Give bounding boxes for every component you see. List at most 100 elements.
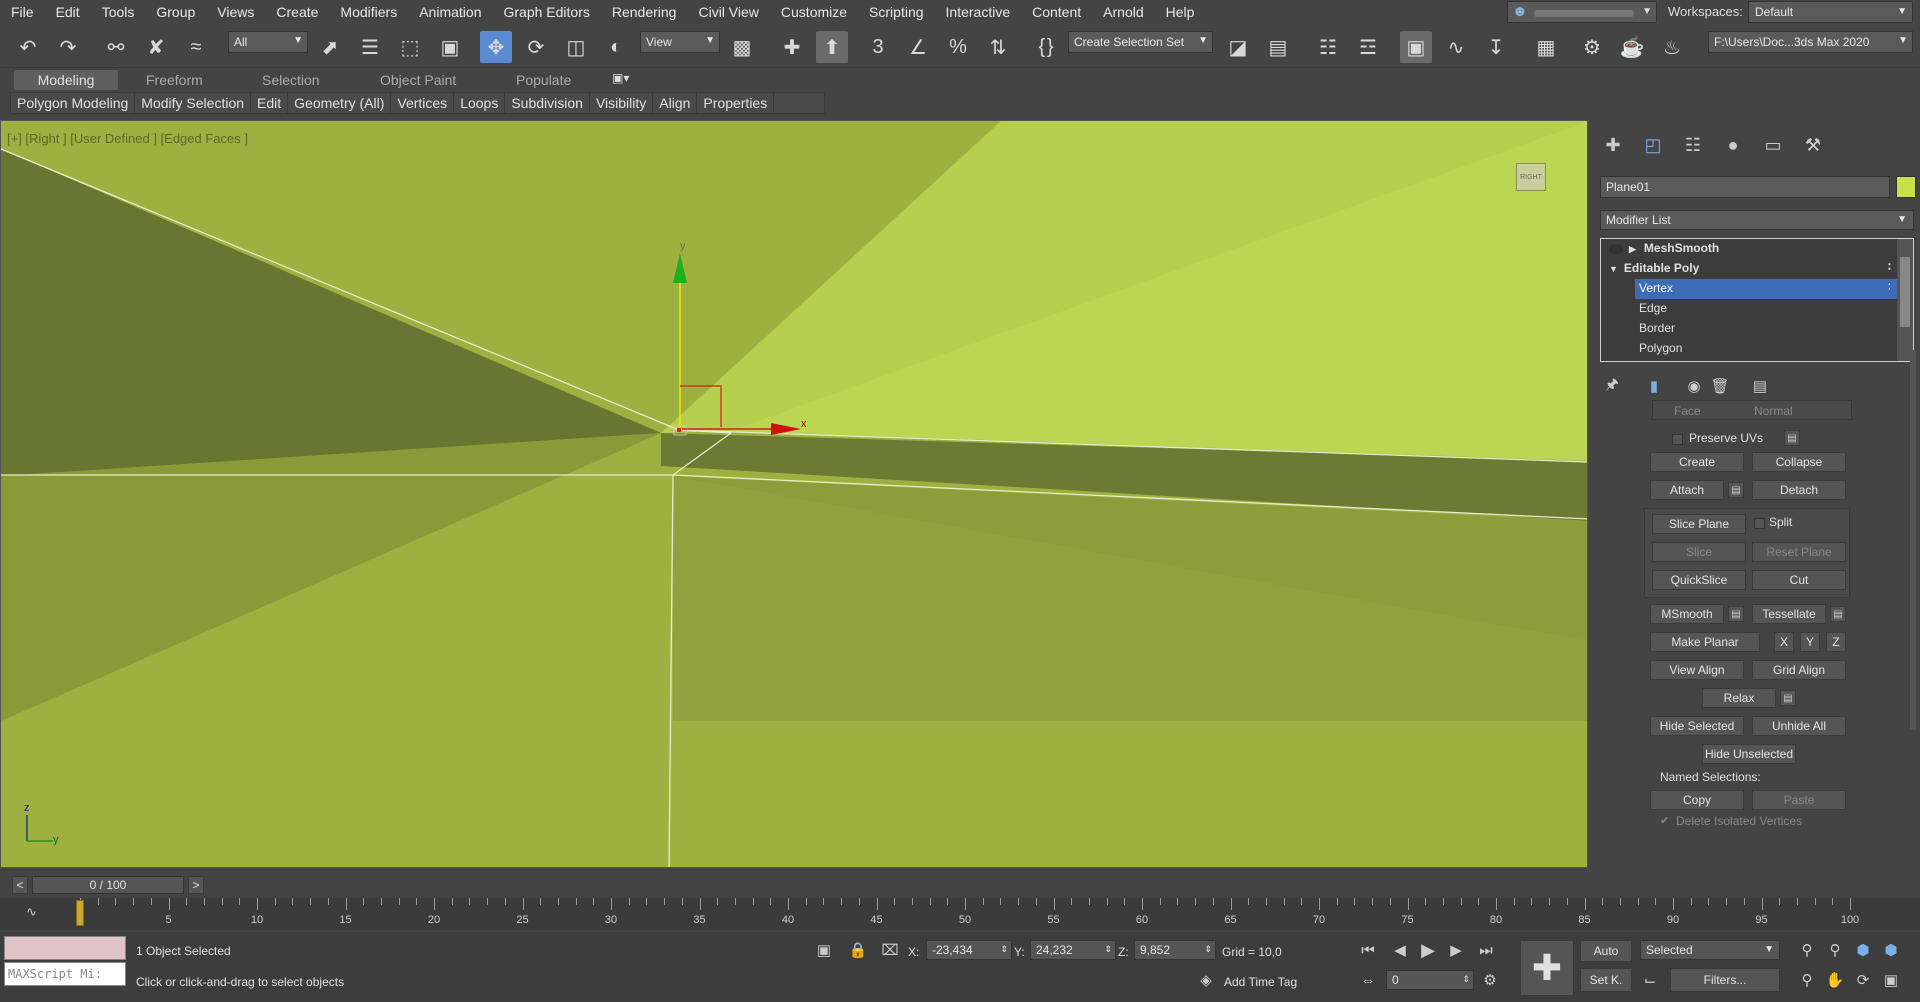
make-planar-y-button[interactable]: Y bbox=[1800, 632, 1820, 652]
menu-item-civil-view[interactable]: Civil View bbox=[687, 0, 769, 24]
orbit-icon[interactable]: ⟳ bbox=[1853, 970, 1873, 990]
user-account-dropdown[interactable]: ☻ ▼ bbox=[1507, 1, 1657, 23]
pin-stack-icon[interactable]: 🖈 bbox=[1602, 376, 1622, 396]
menu-item-file[interactable]: File bbox=[0, 0, 45, 24]
bind-space-warp-icon[interactable]: ≈ bbox=[180, 31, 212, 63]
ribbon-toggle-icon[interactable]: ▣ bbox=[1400, 31, 1432, 63]
create-button[interactable]: Create bbox=[1650, 452, 1744, 472]
y-coord-field[interactable]: 24,232 ⇕ bbox=[1030, 940, 1116, 960]
snaps-toggle-icon[interactable]: 3 bbox=[862, 31, 894, 63]
check-icon[interactable]: ✔ bbox=[1660, 814, 1669, 827]
zoom-extents-icon[interactable]: ⬢ bbox=[1853, 940, 1873, 960]
zoom-all-icon[interactable]: ⚲ bbox=[1825, 940, 1845, 960]
stack-item-polygon[interactable]: Polygon bbox=[1635, 339, 1897, 359]
layer-explorer-icon[interactable]: ☲ bbox=[1352, 31, 1384, 63]
stack-scrollbar[interactable] bbox=[1897, 239, 1913, 361]
tessellate-button[interactable]: Tessellate bbox=[1752, 604, 1826, 624]
selection-filter-dropdown[interactable]: All ▼ bbox=[228, 31, 308, 53]
go-to-start-icon[interactable]: ⏮ bbox=[1358, 940, 1378, 960]
ribbon-polygon-modeling[interactable]: Polygon Modeling bbox=[11, 93, 136, 113]
keyboard-shortcut-override-icon[interactable]: ⬆ bbox=[816, 31, 848, 63]
stack-item-edge[interactable]: Edge bbox=[1635, 299, 1897, 319]
edit-named-selection-icon[interactable]: { } bbox=[1030, 31, 1062, 63]
make-unique-icon[interactable]: ◉ bbox=[1684, 376, 1704, 396]
menu-item-customize[interactable]: Customize bbox=[770, 0, 858, 24]
add-time-tag[interactable]: Add Time Tag bbox=[1224, 975, 1297, 989]
menu-item-content[interactable]: Content bbox=[1021, 0, 1092, 24]
eye-icon[interactable] bbox=[1609, 243, 1623, 254]
auto-key-button[interactable]: Auto bbox=[1580, 940, 1632, 962]
spinner-icon[interactable]: ⇕ bbox=[1204, 944, 1212, 955]
menu-item-graph-editors[interactable]: Graph Editors bbox=[492, 0, 600, 24]
rectangular-selection-icon[interactable]: ⬚ bbox=[394, 31, 426, 63]
absolute-relative-toggle-icon[interactable]: ⌧ bbox=[880, 940, 900, 960]
tessellate-settings-icon[interactable]: ▤ bbox=[1830, 606, 1846, 622]
unhide-all-button[interactable]: Unhide All bbox=[1752, 716, 1846, 736]
ribbon-properties[interactable]: Properties bbox=[697, 93, 775, 113]
timeline-track[interactable]: ∿ 05101520253035404550556065707580859095… bbox=[0, 898, 1920, 930]
workspaces-select[interactable]: Default ▼ bbox=[1748, 1, 1913, 23]
reset-plane-button[interactable]: Reset Plane bbox=[1752, 542, 1846, 562]
collapse-button[interactable]: Collapse bbox=[1752, 452, 1846, 472]
relax-button[interactable]: Relax bbox=[1702, 688, 1776, 708]
viewport-label[interactable]: [+] [Right ] [User Defined ] [Edged Face… bbox=[7, 131, 248, 146]
ribbon-subdivision[interactable]: Subdivision bbox=[505, 93, 590, 113]
menu-item-rendering[interactable]: Rendering bbox=[601, 0, 688, 24]
mirror-icon[interactable]: ◪ bbox=[1222, 31, 1254, 63]
cut-button[interactable]: Cut bbox=[1752, 570, 1846, 590]
set-key-icon[interactable]: ✚ bbox=[1520, 940, 1574, 996]
motion-tab-icon[interactable]: ● bbox=[1720, 132, 1746, 158]
menu-item-help[interactable]: Help bbox=[1155, 0, 1206, 24]
scrollbar-thumb[interactable] bbox=[1900, 257, 1910, 327]
expand-icon[interactable]: ▶ bbox=[1629, 244, 1636, 254]
schematic-view-icon[interactable]: ↧ bbox=[1480, 31, 1512, 63]
render-setup-icon[interactable]: ⚙ bbox=[1576, 31, 1608, 63]
maxscript-mini-listener[interactable]: MAXScript Mi: bbox=[4, 962, 126, 986]
ribbon-edit[interactable]: Edit bbox=[251, 93, 289, 113]
key-selection-dropdown[interactable]: Selected ▼ bbox=[1640, 940, 1780, 960]
named-selection-dropdown[interactable]: Create Selection Set ▼ bbox=[1068, 31, 1213, 53]
previous-frame-icon[interactable]: ◀ bbox=[1390, 940, 1410, 960]
scale-icon[interactable]: ◫ bbox=[560, 31, 592, 63]
pan-view-icon[interactable]: ✋ bbox=[1825, 970, 1845, 990]
show-end-result-icon[interactable]: ▮ bbox=[1644, 376, 1664, 396]
spinner-icon[interactable]: ⇕ bbox=[1104, 944, 1112, 955]
make-planar-x-button[interactable]: X bbox=[1774, 632, 1794, 652]
menu-item-tools[interactable]: Tools bbox=[91, 0, 146, 24]
render-production-icon[interactable]: ♨ bbox=[1656, 31, 1688, 63]
menu-item-animation[interactable]: Animation bbox=[408, 0, 492, 24]
menu-item-interactive[interactable]: Interactive bbox=[935, 0, 1022, 24]
time-slider-position[interactable] bbox=[76, 900, 84, 926]
window-crossing-icon[interactable]: ▣ bbox=[434, 31, 466, 63]
menu-item-group[interactable]: Group bbox=[145, 0, 206, 24]
isolate-selection-icon[interactable]: ▣ bbox=[814, 940, 834, 960]
relax-settings-icon[interactable]: ▤ bbox=[1780, 690, 1796, 706]
slice-button[interactable]: Slice bbox=[1652, 542, 1746, 562]
split-checkbox[interactable] bbox=[1754, 518, 1765, 529]
menu-item-modifiers[interactable]: Modifiers bbox=[329, 0, 408, 24]
ribbon-options-icon[interactable]: ▣▾ bbox=[612, 71, 629, 85]
select-object-icon[interactable]: ⬈ bbox=[314, 31, 346, 63]
menu-item-arnold[interactable]: Arnold bbox=[1092, 0, 1154, 24]
material-editor-icon[interactable]: ▦ bbox=[1530, 31, 1562, 63]
hide-selected-button[interactable]: Hide Selected bbox=[1650, 716, 1744, 736]
msmooth-button[interactable]: MSmooth bbox=[1650, 604, 1724, 624]
collapse-icon[interactable]: ▼ bbox=[1609, 264, 1618, 274]
spinner-snap-icon[interactable]: ⇅ bbox=[982, 31, 1014, 63]
quickslice-button[interactable]: QuickSlice bbox=[1652, 570, 1746, 590]
scene-explorer-icon[interactable]: ☷ bbox=[1312, 31, 1344, 63]
rendered-frame-window-icon[interactable]: ☕ bbox=[1616, 31, 1648, 63]
redo-icon[interactable]: ↷ bbox=[52, 31, 84, 63]
attach-button[interactable]: Attach bbox=[1650, 480, 1724, 500]
current-frame-field[interactable]: 0 ⇕ bbox=[1386, 970, 1474, 990]
attach-settings-icon[interactable]: ▤ bbox=[1728, 482, 1744, 498]
grid-align-button[interactable]: Grid Align bbox=[1752, 660, 1846, 680]
paste-button[interactable]: Paste bbox=[1752, 790, 1846, 810]
maxscript-listener-top[interactable] bbox=[4, 936, 126, 960]
link-icon[interactable]: ⚯ bbox=[100, 31, 132, 63]
configure-modifier-sets-icon[interactable]: ▤ bbox=[1750, 376, 1770, 396]
tab-selection[interactable]: Selection bbox=[252, 70, 330, 90]
time-next-button[interactable]: > bbox=[188, 876, 204, 894]
stack-item-border[interactable]: Border bbox=[1635, 319, 1897, 339]
ribbon-vertices[interactable]: Vertices bbox=[391, 93, 455, 113]
